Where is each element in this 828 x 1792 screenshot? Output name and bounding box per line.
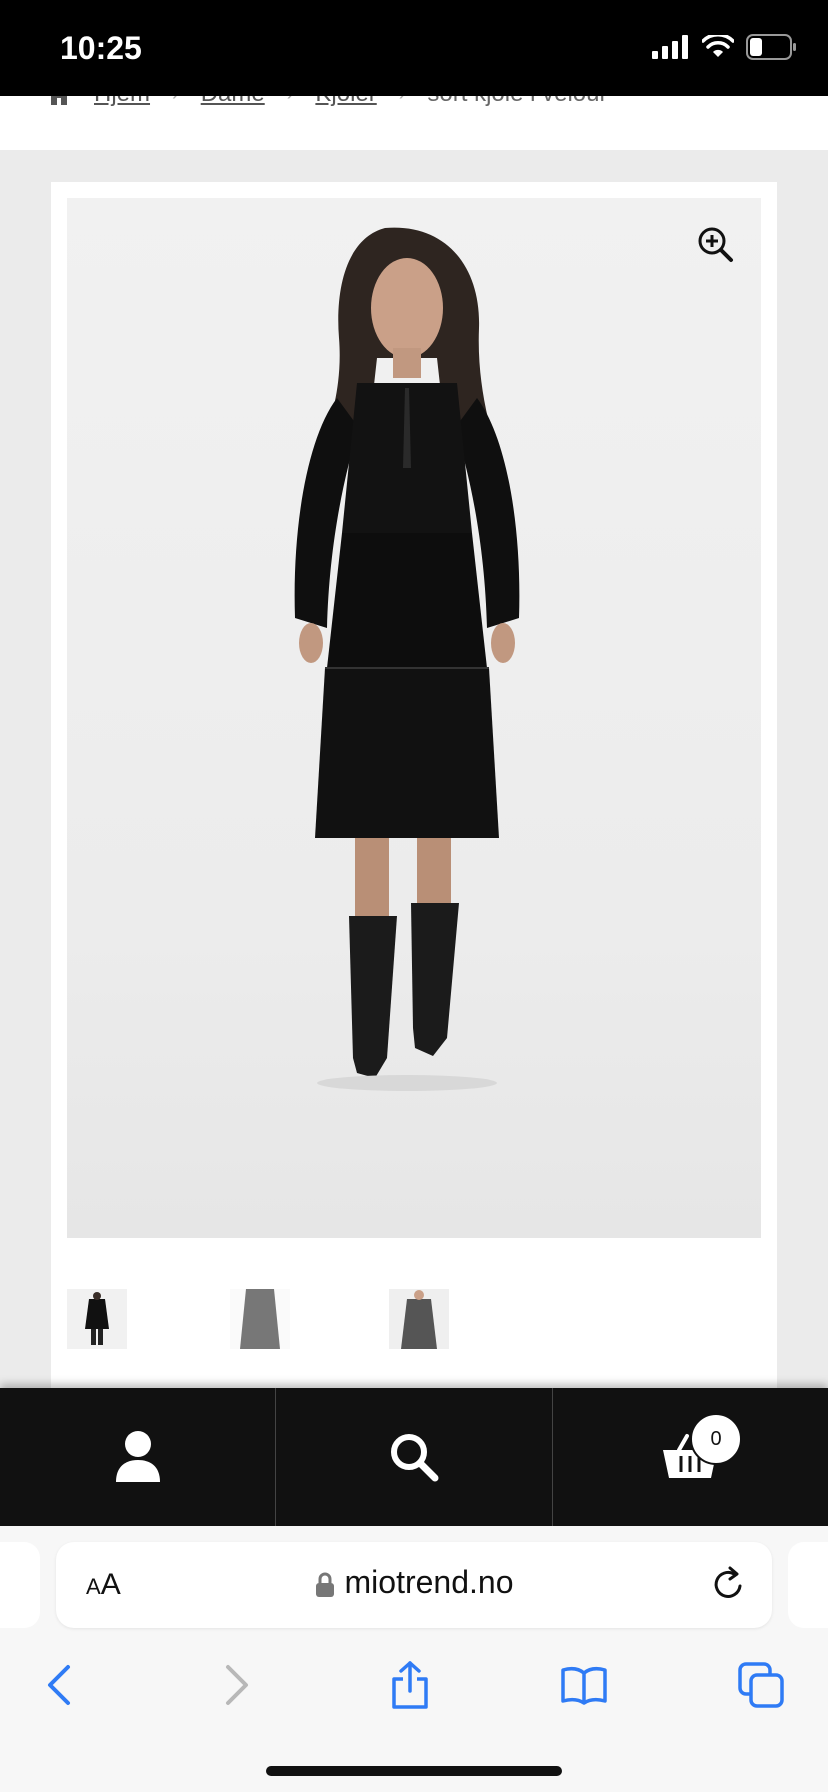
chevron-right-icon: › bbox=[172, 96, 179, 106]
chevron-left-icon bbox=[48, 1665, 70, 1705]
signal-icon bbox=[652, 35, 688, 59]
thumbnail-2[interactable] bbox=[230, 1289, 290, 1349]
clock: 10:25 bbox=[60, 30, 142, 66]
breadcrumb-link-kjoler[interactable]: Kjoler bbox=[315, 96, 376, 108]
reload-icon[interactable] bbox=[712, 1566, 746, 1602]
share-button[interactable] bbox=[385, 1660, 435, 1710]
forward-button[interactable] bbox=[212, 1660, 262, 1710]
product-image[interactable] bbox=[67, 198, 761, 1238]
chevron-right-icon: › bbox=[399, 96, 406, 106]
breadcrumb-current: sort kjole i velour bbox=[427, 96, 607, 108]
next-tab-peek[interactable] bbox=[788, 1542, 828, 1628]
thumbnail-detail-image bbox=[389, 1289, 449, 1349]
product-photo-illustration bbox=[294, 227, 520, 1091]
chevron-right-icon bbox=[226, 1665, 248, 1705]
thumbnail-1[interactable] bbox=[67, 1289, 127, 1349]
status-bar: 10:25 bbox=[0, 0, 828, 96]
lock-icon bbox=[315, 1572, 334, 1597]
browser-toolbar bbox=[0, 1650, 828, 1720]
wifi-icon bbox=[702, 35, 734, 57]
url-domain[interactable]: miotrend.no bbox=[56, 1564, 772, 1601]
breadcrumb: Hjem › Dame › Kjoler › sort kjole i velo… bbox=[46, 96, 608, 108]
previous-tab-peek[interactable] bbox=[0, 1542, 40, 1628]
browser-chrome: AA miotrend.no bbox=[0, 1526, 828, 1792]
battery-icon bbox=[746, 34, 796, 60]
home-indicator[interactable] bbox=[266, 1766, 562, 1776]
chevron-right-icon: › bbox=[287, 96, 294, 106]
breadcrumb-link-home[interactable]: Hjem bbox=[94, 96, 150, 108]
book-icon bbox=[561, 1667, 607, 1705]
search-button[interactable] bbox=[276, 1388, 553, 1526]
home-icon[interactable] bbox=[46, 96, 72, 106]
product-gallery bbox=[51, 182, 777, 1392]
thumbnail-3[interactable] bbox=[389, 1289, 449, 1349]
domain-text: miotrend.no bbox=[344, 1564, 514, 1600]
tabs-icon bbox=[738, 1662, 784, 1708]
status-icons bbox=[652, 34, 798, 60]
search-icon bbox=[390, 1434, 439, 1482]
bookmarks-button[interactable] bbox=[559, 1660, 609, 1710]
user-icon bbox=[115, 1431, 160, 1482]
tabs-button[interactable] bbox=[736, 1660, 786, 1710]
cart-button[interactable] bbox=[553, 1388, 828, 1526]
back-button[interactable] bbox=[34, 1660, 84, 1710]
share-icon bbox=[392, 1661, 428, 1709]
account-button[interactable] bbox=[0, 1388, 277, 1526]
breadcrumb-link-dame[interactable]: Dame bbox=[201, 96, 265, 108]
zoom-in-icon[interactable] bbox=[697, 226, 735, 264]
breadcrumb-bar: Hjem › Dame › Kjoler › sort kjole i velo… bbox=[0, 96, 828, 150]
cart-count-badge: 0 bbox=[690, 1413, 742, 1465]
address-bar[interactable]: AA miotrend.no bbox=[56, 1542, 772, 1628]
thumbnail-front-image bbox=[67, 1289, 127, 1349]
thumbnail-back-image bbox=[230, 1289, 290, 1349]
